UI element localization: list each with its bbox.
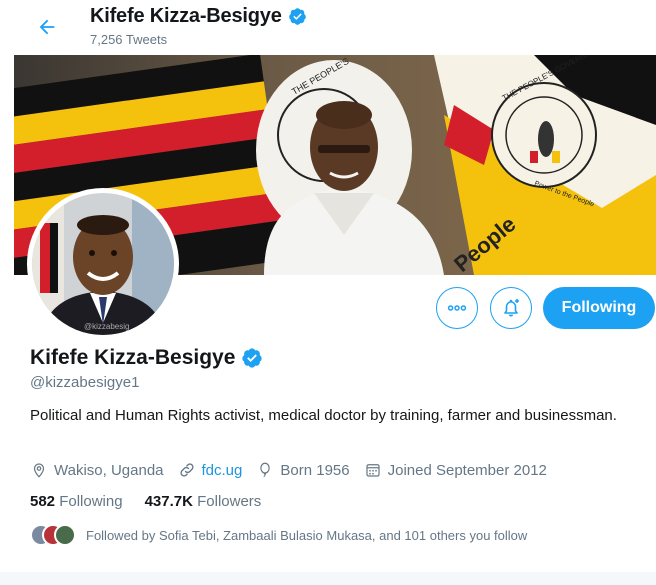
followers-stat-link[interactable]: 437.7K Followers [145,493,262,510]
verified-badge-icon [241,347,263,369]
mutual-avatars [30,524,78,546]
website-link[interactable]: fdc.ug [202,462,243,479]
followed-by-text: Followed by Sofia Tebi, Zambaali Bulasio… [86,527,528,543]
profile-name: Kifefe Kizza-Besigye [30,346,263,370]
joined-item: Joined September 2012 [364,461,547,479]
notifications-button[interactable] [490,287,532,329]
followers-count: 437.7K [144,493,193,510]
joined-text: Joined September 2012 [387,461,547,479]
born-text: Born 1956 [280,461,350,479]
header-title: Kifefe Kizza-Besigye [90,5,307,28]
following-label: Following [59,493,123,510]
bell-plus-icon [504,299,519,317]
profile-header: Kifefe Kizza-Besigye 7,256 Tweets [0,0,656,54]
tweet-count: 7,256 Tweets [90,32,168,47]
website-item: fdc.ug [178,461,243,479]
back-button[interactable] [30,10,64,44]
following-stat-link[interactable]: 582 Following [30,493,123,510]
profile-bio: Political and Human Rights activist, med… [30,407,617,424]
calendar-icon [366,464,380,477]
followed-by-row[interactable]: Followed by Sofia Tebi, Zambaali Bulasio… [30,524,527,546]
avatar-caption: @kizzabesig [84,322,129,331]
birthday-item: Born 1956 [256,461,350,479]
profile-handle: @kizzabesigye1 [30,374,140,391]
avatar-image: @kizzabesig [32,193,174,335]
profile-avatar[interactable]: @kizzabesig [27,188,179,340]
following-count: 582 [30,493,56,510]
profile-meta: Wakiso, Uganda fdc.ug Born 1956 Joined S… [30,459,561,481]
location-pin-icon [33,463,45,478]
arrow-left-icon [39,19,55,35]
more-horizontal-icon [447,305,467,311]
balloon-icon [260,462,271,478]
profile-display-name: Kifefe Kizza-Besigye [30,346,236,369]
follow-stats: 582 Following 437.7K Followers [30,493,261,510]
section-divider [0,572,656,585]
link-icon [179,463,194,477]
followers-label: Followers [197,493,262,510]
mutual-avatar [54,524,76,546]
header-name: Kifefe Kizza-Besigye [90,5,282,27]
verified-badge-icon [288,7,307,26]
location-item: Wakiso, Uganda [30,461,164,479]
following-button[interactable]: Following [543,287,655,329]
more-options-button[interactable] [436,287,478,329]
location-text: Wakiso, Uganda [54,461,164,479]
